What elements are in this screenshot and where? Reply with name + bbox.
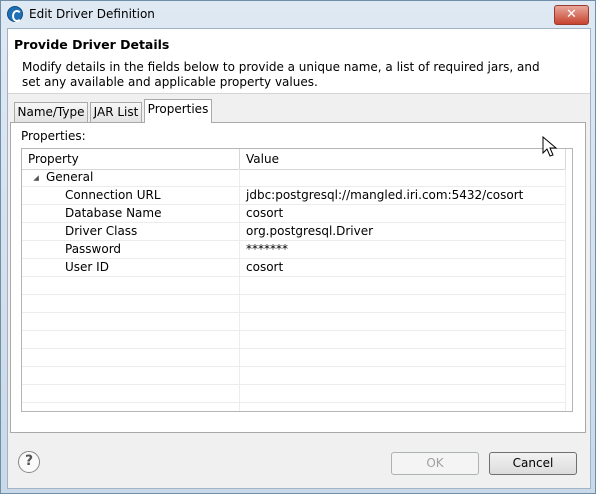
empty-cell [22, 313, 240, 331]
window-title: Edit Driver Definition [29, 7, 155, 21]
property-value[interactable]: jdbc:postgresql://mangled.iri.com:5432/c… [240, 187, 566, 205]
table-scroll-gutter [566, 149, 572, 411]
empty-row [22, 403, 566, 411]
tab-name-type[interactable]: Name/Type [14, 102, 88, 122]
empty-cell [240, 349, 566, 367]
empty-cell [22, 277, 240, 295]
empty-cell [240, 277, 566, 295]
empty-cell [240, 385, 566, 403]
properties-tab-panel: Properties: Property Value General Conne… [10, 122, 586, 433]
empty-cell [240, 403, 566, 411]
table-row[interactable]: Connection URL jdbc:postgresql://mangled… [22, 187, 566, 205]
page-title: Provide Driver Details [14, 37, 170, 52]
help-icon: ? [24, 453, 34, 469]
column-header-property[interactable]: Property [22, 149, 240, 169]
group-label: General [46, 170, 94, 184]
dialog-footer: ? OK Cancel [8, 439, 590, 488]
tab-properties[interactable]: Properties [144, 99, 212, 123]
properties-table[interactable]: Property Value General Connection URL jd… [21, 148, 573, 412]
dialog-client-area: Provide Driver Details Modify details in… [7, 28, 591, 489]
empty-cell [22, 331, 240, 349]
empty-cell [22, 385, 240, 403]
tab-jar-list[interactable]: JAR List [90, 102, 142, 122]
empty-row [22, 331, 566, 349]
group-cell: General [22, 169, 240, 187]
page-description: Modify details in the fields below to pr… [22, 60, 540, 89]
mouse-pointer-icon [542, 136, 558, 157]
table-header: Property Value [22, 149, 572, 170]
tree-group-row[interactable]: General [22, 169, 566, 187]
table-row[interactable]: Database Name cosort [22, 205, 566, 223]
property-value[interactable]: cosort [240, 259, 566, 277]
empty-cell [240, 331, 566, 349]
table-row[interactable]: User ID cosort [22, 259, 566, 277]
property-name: User ID [22, 259, 240, 277]
property-name: Driver Class [22, 223, 240, 241]
property-name: Password [22, 241, 240, 259]
empty-cell [22, 295, 240, 313]
property-value[interactable]: ******* [240, 241, 566, 259]
ok-button[interactable]: OK [391, 452, 479, 475]
tab-bar: Name/Type JAR List Properties [14, 99, 584, 123]
close-icon: ✕ [566, 7, 577, 22]
empty-cell [240, 295, 566, 313]
group-value-cell [240, 169, 566, 187]
empty-cell [22, 367, 240, 385]
empty-row [22, 385, 566, 403]
tree-expanded-icon[interactable] [33, 175, 39, 181]
property-value[interactable]: org.postgresql.Driver [240, 223, 566, 241]
empty-cell [22, 349, 240, 367]
cancel-button[interactable]: Cancel [489, 452, 577, 475]
table-row[interactable]: Password ******* [22, 241, 566, 259]
empty-cell [240, 313, 566, 331]
title-bar[interactable]: Edit Driver Definition ✕ [1, 1, 595, 28]
table-row[interactable]: Driver Class org.postgresql.Driver [22, 223, 566, 241]
dialog-header: Provide Driver Details Modify details in… [8, 29, 590, 94]
column-header-value[interactable]: Value [240, 149, 566, 169]
property-name: Database Name [22, 205, 240, 223]
help-button[interactable]: ? [18, 451, 40, 473]
empty-row [22, 277, 566, 295]
empty-row [22, 295, 566, 313]
empty-row [22, 367, 566, 385]
property-value[interactable]: cosort [240, 205, 566, 223]
empty-row [22, 313, 566, 331]
close-button[interactable]: ✕ [554, 5, 589, 25]
empty-cell [240, 367, 566, 385]
eclipse-app-icon [7, 6, 23, 22]
empty-row [22, 349, 566, 367]
property-name: Connection URL [22, 187, 240, 205]
dialog-window: Edit Driver Definition ✕ Provide Driver … [0, 0, 596, 494]
empty-cell [22, 403, 240, 411]
properties-label: Properties: [21, 129, 86, 143]
